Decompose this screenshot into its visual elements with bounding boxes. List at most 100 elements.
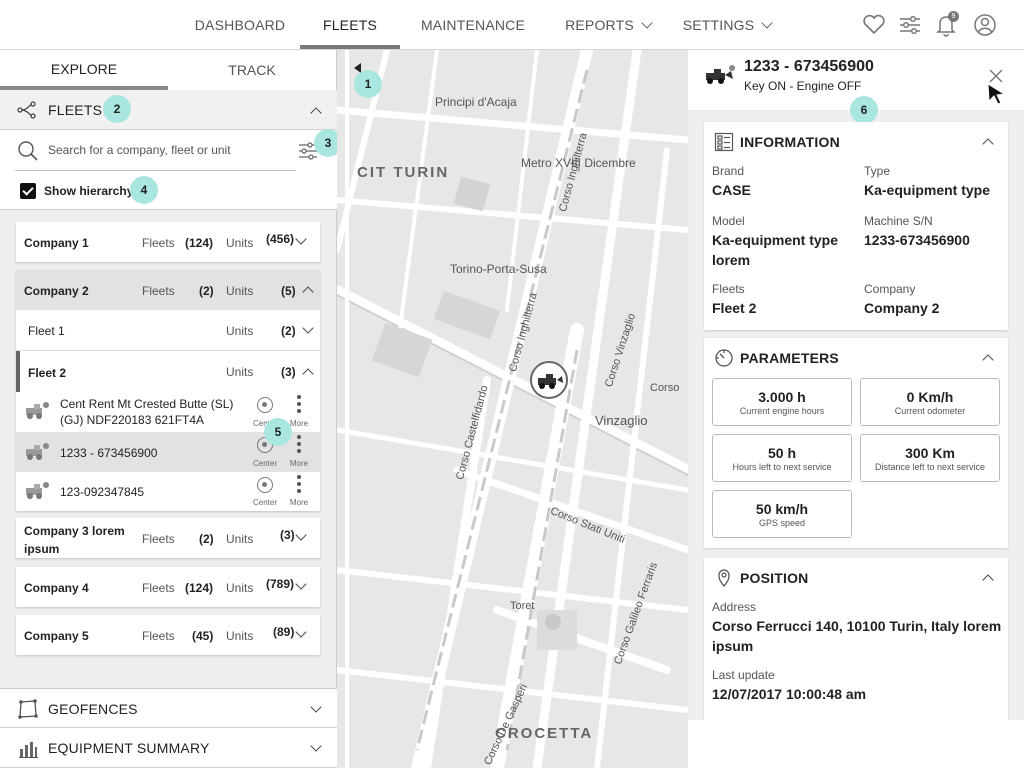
tab-explore[interactable]: EXPLORE: [0, 50, 168, 90]
fleets-count: (2): [199, 284, 214, 298]
parameter-label: Hours left to next service: [732, 462, 832, 472]
company-name: Company 2: [24, 284, 89, 298]
units-label: Units: [226, 629, 254, 643]
units-label: Units: [226, 284, 254, 298]
chevron-down-icon[interactable]: [310, 701, 322, 713]
units-label: Units: [226, 532, 254, 546]
more-vertical-icon[interactable]: [297, 475, 301, 496]
unit-name: Cent Rent Mt Crested Butte (SL) (GJ) NDF…: [60, 397, 234, 427]
nav-dashboard-label: DASHBOARD: [194, 17, 286, 33]
nav-dashboard[interactable]: DASHBOARD: [188, 0, 292, 49]
parameters-card: PARAMETERS 3.000 h Current engine hours 0…: [704, 338, 1008, 548]
fleets-section-header[interactable]: FLEETS: [0, 90, 337, 130]
fleets-label: Fleets: [142, 532, 175, 546]
unit-row[interactable]: 123-092347845 Center More: [16, 472, 320, 511]
notification-badge: 9: [948, 11, 959, 22]
chevron-down-icon[interactable]: [295, 529, 307, 541]
company-name: Company 1: [24, 236, 89, 250]
sliders-icon[interactable]: [897, 12, 923, 38]
company-row[interactable]: Company 3 lorem ipsum Fleets (2) Units (…: [16, 518, 320, 558]
show-hierarchy-checkbox[interactable]: [20, 183, 36, 199]
chevron-up-icon[interactable]: [982, 138, 994, 150]
company-row[interactable]: Company 2 Fleets (2) Units (5): [16, 270, 320, 310]
company-row[interactable]: Company 5 Fleets (45) Units (89): [16, 615, 320, 655]
chevron-up-icon[interactable]: [982, 354, 994, 366]
nav-reports[interactable]: REPORTS: [560, 0, 656, 49]
company-expanded-card: Company 2 Fleets (2) Units (5) Fleet 1 U…: [16, 270, 320, 511]
chevron-down-icon[interactable]: [295, 578, 307, 590]
parameter-label: Current odometer: [894, 406, 966, 416]
parameter-tile: 0 Km/h Current odometer: [860, 378, 1000, 426]
chevron-up-icon[interactable]: [982, 574, 994, 586]
information-card: INFORMATION Brand CASE Type Ka-equipment…: [704, 122, 1008, 330]
show-hierarchy-label: Show hierarchy: [44, 184, 134, 198]
unit-detail-panel: 1233 - 673456900 Key ON - Engine OFF 6 I…: [688, 50, 1024, 768]
center-label: Center: [252, 459, 277, 468]
units-count: (789): [266, 577, 295, 591]
units-count: (89): [273, 625, 295, 639]
field-label: Address: [712, 600, 757, 614]
center-label: Center: [252, 498, 277, 507]
field-label: Model: [712, 214, 745, 228]
nav-settings[interactable]: SETTINGS: [678, 0, 776, 49]
fleet-row[interactable]: Fleet 1 Units (2): [16, 310, 320, 351]
nav-fleets[interactable]: FLEETS: [300, 0, 400, 49]
search-area: Search for a company, fleet or unit Show…: [0, 130, 337, 210]
vehicle-map-marker[interactable]: [530, 361, 568, 399]
tab-track[interactable]: TRACK: [168, 50, 336, 90]
tab-track-label: TRACK: [228, 62, 276, 78]
fleet-name: Fleet 1: [28, 324, 65, 338]
chevron-down-icon[interactable]: [295, 233, 307, 245]
field-value: 1233-673456900: [864, 232, 970, 248]
chevron-down-icon[interactable]: [295, 626, 307, 638]
bar-chart-icon: [19, 742, 38, 758]
more-vertical-icon[interactable]: [297, 435, 301, 456]
last-update-value: 12/07/2017 10:00:48 am: [712, 686, 867, 702]
parameter-value: 0 Km/h: [906, 389, 954, 405]
chevron-down-icon[interactable]: [310, 740, 322, 752]
fleets-label: Fleets: [142, 236, 175, 250]
user-icon[interactable]: [972, 12, 998, 38]
parameter-tile: 300 Km Distance left to next service: [860, 434, 1000, 482]
equipment-summary-section-header[interactable]: EQUIPMENT SUMMARY: [0, 728, 337, 768]
field-label: Fleets: [712, 282, 745, 296]
parameter-value: 50 km/h: [755, 501, 809, 517]
chevron-down-icon[interactable]: [302, 322, 314, 334]
unit-name: 123-092347845: [60, 485, 145, 499]
search-input[interactable]: Search for a company, fleet or unit: [48, 143, 231, 157]
parameter-value: 300 Km: [905, 445, 955, 461]
field-value: CASE: [712, 182, 751, 198]
field-value: Ka-equipment type: [864, 182, 991, 198]
parameter-label: GPS speed: [758, 518, 806, 528]
more-vertical-icon[interactable]: [297, 395, 301, 416]
nav-fleets-label: FLEETS: [322, 17, 378, 33]
map-label: Vinzaglio: [595, 413, 648, 428]
more-label: More: [289, 498, 309, 507]
map-label: Torino-Porta-Susa: [450, 262, 547, 276]
units-count: (3): [281, 365, 296, 379]
parameter-tile: 3.000 h Current engine hours: [712, 378, 852, 426]
geofences-section-header[interactable]: GEOFENCES: [0, 688, 337, 728]
heart-icon[interactable]: [861, 12, 887, 38]
gauge-icon: [715, 349, 733, 367]
nav-maintenance-label: MAINTENANCE: [420, 17, 526, 33]
left-panel: EXPLORE TRACK FLEETS 2 Search for a comp…: [0, 50, 342, 768]
fleet-row[interactable]: Fleet 2 Units (3): [16, 351, 320, 392]
field-label: Machine S/N: [864, 214, 933, 228]
chevron-up-icon[interactable]: [302, 286, 314, 298]
chevron-up-icon[interactable]: [302, 368, 314, 380]
field-label: Brand: [712, 164, 745, 178]
company-name: Company 3 lorem ipsum: [24, 524, 125, 556]
company-row[interactable]: Company 4 Fleets (124) Units (789): [16, 567, 320, 607]
location-pin-icon: [718, 569, 730, 588]
position-card: POSITION Address Corso Ferrucci 140, 101…: [704, 558, 1008, 728]
center-target-icon[interactable]: [257, 477, 273, 493]
chevron-up-icon[interactable]: [310, 107, 322, 119]
company-row[interactable]: Company 1 Fleets (124) Units (456): [16, 222, 320, 262]
map-view[interactable]: Principi d'Acaja Metro XVIII Dicembre CI…: [337, 50, 688, 768]
address-value: Corso Ferrucci 140, 10100 Turin, Italy l…: [712, 618, 1002, 654]
map-label: CIT TURIN: [357, 164, 450, 181]
center-target-icon[interactable]: [257, 397, 273, 413]
nav-maintenance[interactable]: MAINTENANCE: [414, 0, 532, 49]
top-navigation-bar: DASHBOARD FLEETS MAINTENANCE REPORTS SET…: [0, 0, 1024, 50]
